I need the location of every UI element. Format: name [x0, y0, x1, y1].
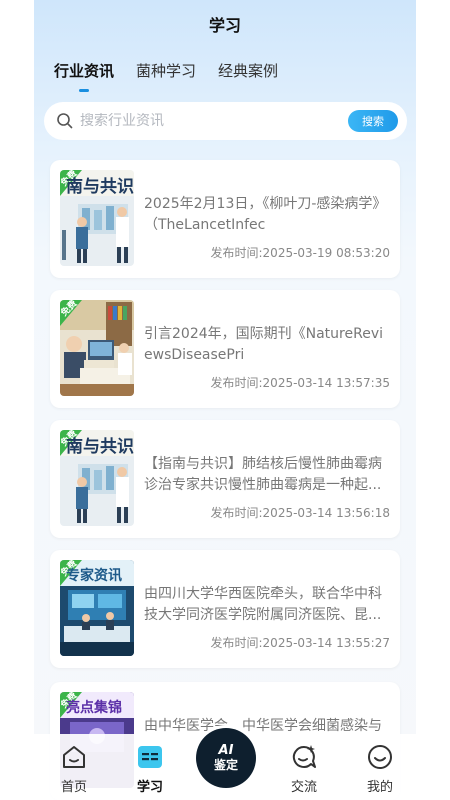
chat-icon: [274, 742, 334, 772]
publish-time: 发布时间:2025-03-14 13:55:27: [210, 636, 391, 650]
publish-time: 发布时间:2025-03-14 13:57:35: [210, 376, 391, 390]
article-summary: 由四川大学华西医院牵头，联合华中科技大学同济医学院附属同济医院、昆...: [144, 586, 382, 623]
article-card[interactable]: 免费 专家资讯 由四川大学华西医院牵头，联合华中科技大学同济医学院附属同济医院、…: [50, 550, 400, 668]
article-summary: 【指南与共识】肺结核后慢性肺曲霉病诊治专家共识慢性肺曲霉病是一种起...: [144, 456, 382, 493]
tab-label: 经典案例: [218, 62, 279, 80]
search-button[interactable]: 搜索: [348, 110, 398, 132]
publish-time: 发布时间:2025-03-19 08:53:20: [210, 246, 391, 260]
tab-industry-news[interactable]: 行业资讯: [54, 60, 115, 92]
article-thumbnail: 免费 专家资讯: [60, 560, 134, 656]
category-tabs: 行业资讯 菌种学习 经典案例: [54, 60, 278, 92]
tabbar-community[interactable]: 交流: [274, 742, 334, 795]
article-summary: 引言2024年，国际期刊《NatureReviewsDiseasePri: [144, 326, 383, 363]
tab-label: 菌种学习: [136, 62, 197, 80]
thumbnail-banner: 南与共识: [66, 436, 134, 457]
study-icon: [120, 742, 180, 772]
tabbar-label: 首页: [60, 780, 87, 795]
article-card[interactable]: 免费 南与共识 【指南与共识】肺结核后慢性肺曲霉病诊治专家共识慢性肺曲霉病是一种…: [50, 420, 400, 538]
tabbar-label: 交流: [290, 780, 317, 795]
tabbar-label: 我的: [366, 780, 393, 795]
app-screen: 学习 行业资讯 菌种学习 经典案例 搜索行业资讯 搜索 免费 南与共识 2025…: [34, 0, 416, 800]
article-thumbnail: 免费 南与共识: [60, 430, 134, 526]
search-input[interactable]: [80, 113, 348, 129]
ai-identify-button[interactable]: AI 鉴定: [196, 728, 256, 788]
page-title: 学习: [208, 16, 241, 35]
article-thumbnail: 免费: [60, 300, 134, 396]
tab-classic-cases[interactable]: 经典案例: [218, 60, 278, 81]
article-thumbnail: 免费 南与共识: [60, 170, 134, 266]
article-summary: 2025年2月13日，《柳叶刀-感染病学》（TheLancetInfec: [144, 196, 387, 233]
search-bar: 搜索: [44, 102, 407, 140]
tab-strain-learning[interactable]: 菌种学习: [136, 60, 196, 81]
publish-time: 发布时间:2025-03-14 13:56:18: [210, 506, 391, 520]
tabbar-mine[interactable]: 我的: [350, 742, 410, 795]
ai-identify-label: 鉴定: [213, 758, 238, 772]
thumbnail-banner: 亮点集锦: [66, 699, 122, 716]
bottom-tab-bar: 首页 学习 AI 鉴定 交流 我的: [34, 728, 416, 800]
article-card[interactable]: 免费 引言2024年，国际期刊《NatureReviewsDiseasePri …: [50, 290, 400, 408]
thumbnail-banner: 南与共识: [66, 176, 134, 197]
tabbar-study[interactable]: 学习: [120, 742, 180, 795]
profile-smile-icon: [350, 742, 410, 772]
search-icon: [57, 113, 73, 129]
thumbnail-banner: 专家资讯: [66, 567, 122, 584]
active-tab-indicator: [79, 89, 89, 92]
tabbar-home[interactable]: 首页: [44, 742, 104, 795]
home-icon: [44, 742, 104, 772]
article-card[interactable]: 免费 南与共识 2025年2月13日，《柳叶刀-感染病学》（TheLancetI…: [50, 160, 400, 278]
tab-label: 行业资讯: [54, 62, 115, 80]
tabbar-label: 学习: [136, 780, 163, 795]
ai-label: AI: [218, 743, 234, 758]
